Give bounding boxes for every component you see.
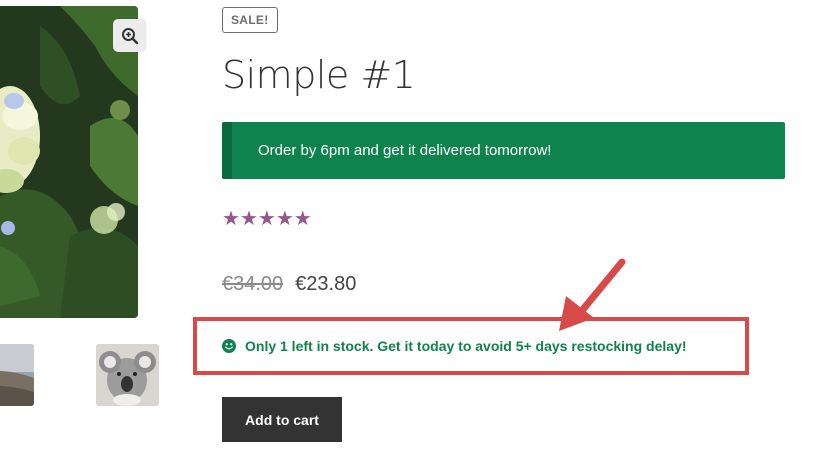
hydrangea-photo xyxy=(0,6,138,318)
smile-icon xyxy=(222,339,236,353)
product-page: SALE! Simple #1 Order by 6pm and get it … xyxy=(0,0,826,470)
star-icon: ★ xyxy=(257,206,276,230)
star-icon: ★ xyxy=(222,206,240,230)
stock-message-text: Only 1 left in stock. Get it today to av… xyxy=(245,338,687,354)
star-rating[interactable]: ★ ★ ★ ★ ★ xyxy=(222,207,312,229)
landscape-photo xyxy=(0,344,34,406)
star-icon: ★ xyxy=(293,206,312,230)
price: €34.00 €23.80 xyxy=(222,272,356,296)
gallery-thumbnail[interactable] xyxy=(0,344,34,406)
zoom-button[interactable] xyxy=(113,19,146,52)
product-title: Simple #1 xyxy=(222,53,416,97)
add-to-cart-button[interactable]: Add to cart xyxy=(222,397,342,442)
old-price: €34.00 xyxy=(222,273,284,295)
gallery-thumbnail[interactable] xyxy=(96,344,159,406)
current-price: €23.80 xyxy=(295,273,357,295)
product-main-image[interactable] xyxy=(0,6,138,318)
delivery-notice: Order by 6pm and get it delivered tomorr… xyxy=(222,122,785,179)
stock-message: Only 1 left in stock. Get it today to av… xyxy=(222,336,687,356)
sale-badge: SALE! xyxy=(222,7,278,33)
zoom-in-icon xyxy=(121,27,138,44)
star-icon: ★ xyxy=(275,206,294,230)
koala-photo xyxy=(96,344,159,406)
star-icon: ★ xyxy=(239,206,258,230)
